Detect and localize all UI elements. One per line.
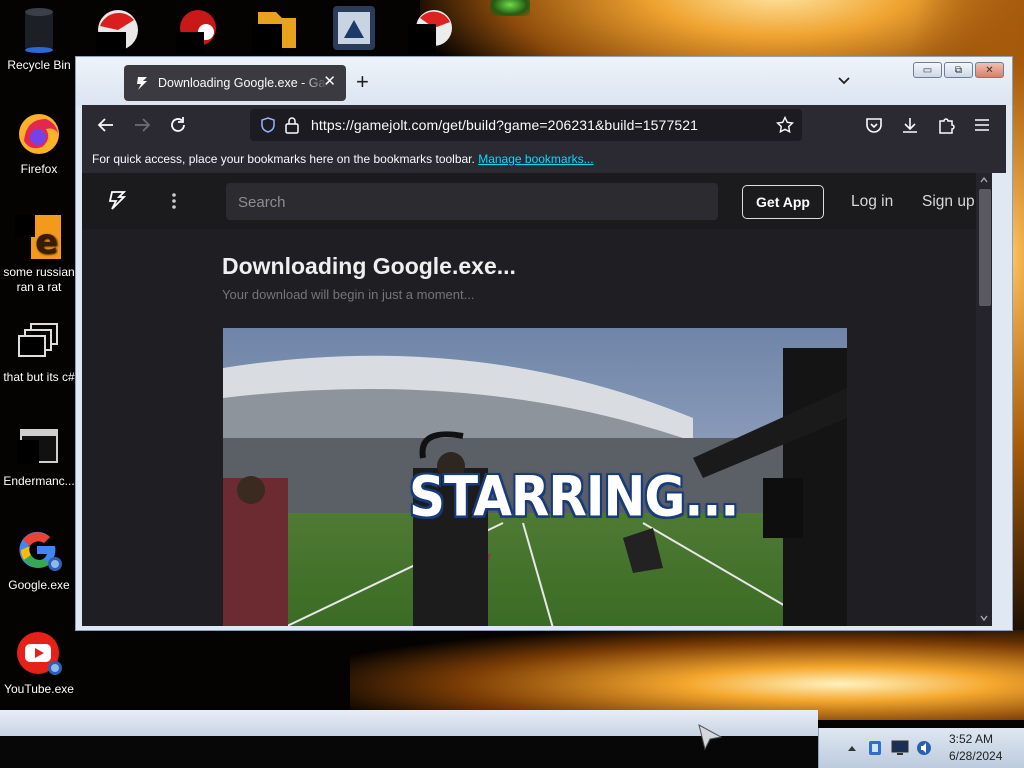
shortcut-stack-icon [15,318,63,366]
game-shortcut-icon[interactable] [330,4,380,54]
window-app-icon [15,422,63,470]
bookmarks-toolbar: For quick access, place your bookmarks h… [82,145,1006,173]
address-bar[interactable]: https://gamejolt.com/get/build?game=2062… [250,109,802,141]
scroll-down-icon[interactable] [979,613,989,623]
search-input[interactable]: Search [226,183,718,220]
page-title: Downloading Google.exe... [222,253,516,279]
gamejolt-header: Search Get App Log in Sign up [82,173,992,229]
signup-link[interactable]: Sign up [922,193,975,211]
app-shortcut-icon[interactable] [172,4,222,54]
firefox-icon [15,110,63,158]
chevron-down-icon[interactable] [836,73,852,89]
tab-title: Downloading Google.exe - GameJolt [158,76,328,90]
desktop-icon-youtube-exe[interactable]: YouTube.exe [0,630,78,697]
reload-icon[interactable] [168,115,188,135]
app-shortcut-icon[interactable] [90,4,140,54]
google-icon [15,526,63,574]
login-link[interactable]: Log in [851,193,893,211]
page-scrollbar[interactable] [976,173,992,626]
desktop-icon-endermanch[interactable]: Endermanc... [0,422,78,489]
system-tray: 3:52 AM 6/28/2024 [818,728,1024,768]
monitor-icon[interactable] [891,740,909,756]
page-subtitle: Your download will begin in just a momen… [222,287,475,302]
browser-window: Downloading Google.exe - GameJolt ✕ + ▭ … [75,56,1013,631]
volume-icon[interactable] [915,739,933,757]
minimize-button[interactable]: ▭ [913,62,942,78]
new-tab-button[interactable]: + [356,71,369,93]
taskbar-strip [0,710,818,736]
show-hidden-icons-icon[interactable] [847,744,857,752]
navigation-toolbar: https://gamejolt.com/get/build?game=2062… [82,105,1006,145]
scroll-thumb[interactable] [979,189,991,306]
back-arrow-icon[interactable] [96,115,116,135]
desktop-icon-label: some russian ran a rat [3,265,75,294]
desktop-icon-label: Endermanc... [3,474,75,488]
exe-file-icon: e [15,213,63,261]
video-player[interactable]: STARRING... [223,328,847,626]
star-bookmark-icon[interactable] [776,116,794,134]
page-content: Search Get App Log in Sign up Downloadin… [82,173,992,626]
close-window-button[interactable]: ✕ [975,62,1004,78]
pocket-icon[interactable] [864,115,884,135]
folder-icon[interactable] [250,4,300,54]
taskbar [0,736,818,768]
tab-bar: Downloading Google.exe - GameJolt ✕ + ▭ … [76,57,1012,105]
clock-time[interactable]: 3:52 AM [949,732,993,746]
forward-arrow-icon[interactable] [132,115,152,135]
hamburger-menu-icon[interactable] [972,115,992,135]
bookmarks-hint-text: For quick access, place your bookmarks h… [92,152,475,166]
get-app-button[interactable]: Get App [742,185,824,219]
desktop-icon-label: Firefox [20,162,58,176]
window-controls: ▭ ⧉ ✕ [913,62,1004,78]
mouse-cursor-icon [698,724,723,751]
desktop-icon-recycle-bin[interactable]: Recycle Bin [0,6,78,73]
extensions-icon[interactable] [936,115,956,135]
gamejolt-logo-icon[interactable] [106,190,128,212]
video-caption: STARRING... [409,465,739,529]
shield-icon[interactable] [260,117,276,133]
svg-text:e: e [35,222,58,261]
youtube-icon [15,630,63,678]
desktop-icon-label: that but its c# [3,370,75,384]
desktop-icon-that-but-its-csharp[interactable]: that but its c# [0,318,78,385]
lock-icon[interactable] [285,116,299,134]
bookmarks-hint: For quick access, place your bookmarks h… [92,152,594,166]
desktop-icon-label: Google.exe [8,578,70,592]
download-icon[interactable] [900,115,920,135]
url-text[interactable]: https://gamejolt.com/get/build?game=2062… [311,117,698,133]
scroll-up-icon[interactable] [979,175,989,185]
network-shield-icon[interactable] [867,739,883,757]
desktop-icon-label: Recycle Bin [7,58,71,72]
app-shortcut-icon[interactable] [406,4,456,54]
recycle-bin-icon [15,6,63,54]
desktop-icon-russian-rat[interactable]: e some russian ran a rat [0,213,78,295]
gamejolt-favicon-icon [137,77,147,90]
more-vertical-icon[interactable] [170,191,178,211]
active-tab[interactable]: Downloading Google.exe - GameJolt ✕ [124,65,346,101]
clock-date[interactable]: 6/28/2024 [949,749,1002,763]
maximize-button[interactable]: ⧉ [944,62,973,78]
tab-close-icon[interactable]: ✕ [323,74,336,90]
desktop-icon-firefox[interactable]: Firefox [0,110,78,177]
desktop-icon-google-exe[interactable]: Google.exe [0,526,78,593]
desktop-icon-label: YouTube.exe [4,682,74,696]
manage-bookmarks-link[interactable]: Manage bookmarks... [478,152,593,166]
